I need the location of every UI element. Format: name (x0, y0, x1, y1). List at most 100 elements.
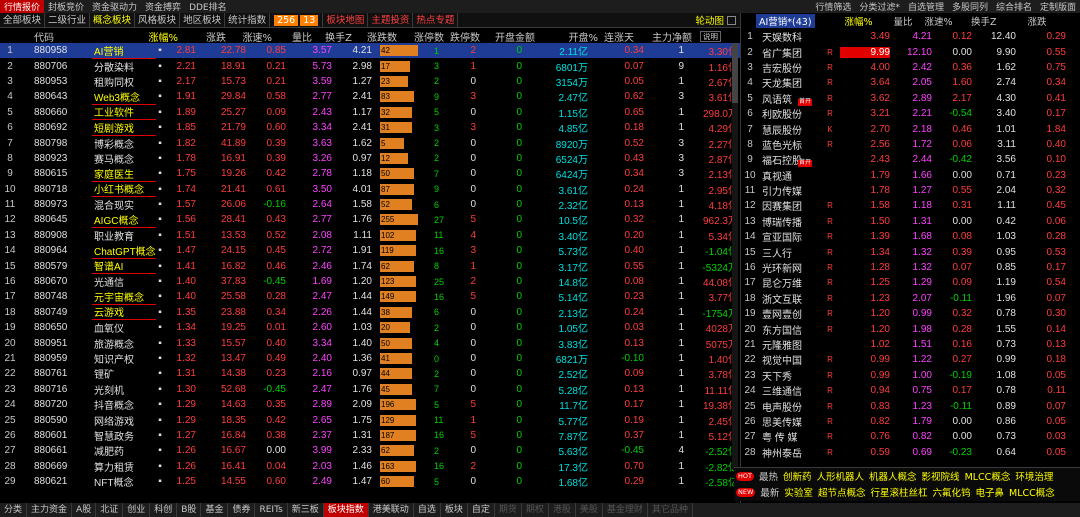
constituent-name[interactable]: 三人行 (758, 245, 820, 260)
hot-topic-link[interactable]: MLCC概念 (1009, 485, 1055, 499)
constituent-row[interactable]: 9 福石控股 首开 2.43 2.44 -0.42 3.56 0.10 (742, 152, 1080, 167)
constituent-row[interactable]: 4 天龙集团 R 3.64 2.05 1.60 2.74 0.34 (742, 75, 1080, 90)
bottom-tab[interactable]: 期货 (495, 503, 522, 517)
constituent-row[interactable]: 12 因赛集团 R 1.58 1.18 0.31 1.11 0.45 (742, 198, 1080, 213)
table-row[interactable]: 27 880661 减肥药 ▪ 1.26 16.67 0.00 3.99 2.33 62 2 0 0 5.… (0, 443, 740, 458)
constituent-row[interactable]: 10 真视通 1.79 1.66 0.00 0.71 0.23 (742, 168, 1080, 183)
row-name[interactable]: 减肥药 (92, 443, 156, 458)
table-row[interactable]: 6 880692 短剧游戏 ▪ 1.85 21.79 0.60 3.34 2.41 31 3 3 0 4.… (0, 120, 740, 136)
bottom-tab[interactable]: REITs (255, 503, 288, 517)
row-name[interactable]: 工业软件 (92, 104, 156, 121)
top-menu-item[interactable]: 多股同列 (948, 0, 992, 13)
bottom-tab[interactable]: B股 (177, 503, 202, 517)
row-name[interactable]: 家庭医生 (92, 166, 156, 182)
constituent-name[interactable]: 三维通信 (758, 383, 820, 398)
constituent-row[interactable]: 8 蓝色光标 R 2.56 1.72 0.06 3.11 0.40 (742, 137, 1080, 152)
row-name[interactable]: 光刻机 (92, 382, 156, 397)
constituent-name[interactable]: 利欧股份 (758, 106, 820, 121)
row-name[interactable]: NFT概念 (92, 474, 156, 489)
bottom-tab[interactable]: 基金 (201, 503, 229, 517)
constituent-row[interactable]: 11 引力传媒 1.78 1.27 0.55 2.04 0.32 (742, 183, 1080, 198)
constituent-row[interactable]: 20 东方国信 R 1.20 1.98 0.28 1.55 0.14 (742, 321, 1080, 337)
constituent-name[interactable]: 蓝色光标 (758, 137, 820, 152)
constituents-column-header[interactable]: 量比 (873, 14, 913, 28)
top-menu-item[interactable]: DDE排名 (185, 0, 231, 13)
constituent-name[interactable]: 引力传媒 (758, 183, 820, 198)
row-name[interactable]: AI营销 (92, 43, 156, 59)
row-name[interactable]: 锂矿 (92, 366, 156, 381)
table-row[interactable]: 8 880923 赛马概念 ▪ 1.78 16.91 0.39 3.26 0.97 12 2 0 0 65… (0, 151, 740, 166)
constituent-name[interactable]: 壹网壹创 (758, 306, 820, 321)
constituent-row[interactable]: 6 利欧股份 R 3.21 2.21 -0.54 3.40 0.17 (742, 106, 1080, 121)
column-header[interactable]: 换手Z (314, 29, 354, 44)
column-header[interactable]: 涨速% (228, 29, 274, 44)
constituent-row[interactable]: 21 元隆雅图 1.02 1.51 0.16 0.73 0.13 (742, 337, 1080, 352)
row-name[interactable]: 租购同权 (92, 74, 156, 89)
table-row[interactable]: 15 880579 智谱AI ▪ 1.41 16.82 0.46 2.46 1.74 62 8 1 0 3… (0, 258, 740, 275)
row-name[interactable]: 抖音概念 (92, 397, 156, 412)
constituent-name[interactable]: 真视通 (758, 168, 820, 183)
top-menu-item[interactable]: 行情报价 (0, 0, 45, 13)
bottom-tab[interactable]: 港美联动 (369, 503, 414, 517)
row-name[interactable]: AIGC概念 (92, 212, 156, 228)
constituent-row[interactable]: 1 天娱数科 3.49 4.21 0.12 12.40 0.29 (742, 29, 1080, 44)
constituent-name[interactable]: 元隆雅图 (758, 337, 820, 352)
constituent-name[interactable]: 电声股份 (758, 399, 820, 414)
column-header[interactable]: 涨幅% (96, 29, 180, 44)
bottom-tab[interactable]: 债券 (228, 503, 256, 517)
tab-5[interactable]: 统计指数 (225, 12, 271, 28)
table-row[interactable]: 23 880716 光刻机 ▪ 1.30 52.68 -0.45 2.47 1.76 45 7 0 0 5… (0, 382, 740, 397)
hot-topic-link[interactable]: 超节点概念 (818, 485, 866, 499)
table-row[interactable]: 26 880601 智慧政务 ▪ 1.27 16.84 0.38 2.37 1.31 187 16 5… (0, 428, 740, 443)
bottom-tab[interactable]: 科创 (150, 503, 178, 517)
bottom-tab[interactable]: 期权 (522, 503, 549, 517)
top-menu-item[interactable]: 综合排名 (992, 0, 1036, 13)
tab-4[interactable]: 地区板块 (180, 12, 226, 28)
bottom-tab[interactable]: 其它品种 (648, 503, 693, 517)
constituent-name[interactable]: 博瑞传播 (758, 214, 820, 229)
constituents-column-header[interactable]: 涨速% (913, 14, 953, 28)
hot-topic-link[interactable]: 实验室 (784, 485, 813, 499)
constituent-name[interactable]: 东方国信 (758, 322, 820, 337)
hot-topic-link[interactable]: 六氟化钨 (932, 485, 970, 499)
table-row[interactable]: 20 880951 旅游概念 ▪ 1.33 15.57 0.40 3.34 1.40 50 4 0 0 3… (0, 335, 740, 351)
constituent-name[interactable]: 光环新网 (758, 260, 820, 275)
row-name[interactable]: 知识产权 (92, 351, 156, 366)
constituent-row[interactable]: 28 神州泰岳 R 0.59 0.69 -0.23 0.64 0.05 (742, 445, 1080, 460)
constituent-name[interactable]: 神州泰岳 (758, 445, 820, 460)
constituent-name[interactable]: 思美传媒 (758, 414, 820, 429)
constituent-row[interactable]: 22 视觉中国 R 0.99 1.22 0.27 0.99 0.18 (742, 352, 1080, 367)
constituent-row[interactable]: 15 三人行 R 1.34 1.32 0.39 0.95 0.53 (742, 244, 1080, 260)
top-menu-item[interactable]: 自选管理 (904, 0, 948, 13)
hot-topic-link[interactable]: 创新药 (783, 469, 812, 483)
table-row[interactable]: 18 880749 云游戏 ▪ 1.35 23.88 0.34 2.26 1.44 38 6 0 0 2.… (0, 305, 740, 321)
top-menu-item[interactable]: 定制版面 (1036, 0, 1080, 13)
constituents-column-header[interactable]: 涨幅% (815, 14, 873, 28)
constituent-row[interactable]: 19 壹网壹创 R 1.20 0.99 0.32 0.78 0.30 (742, 306, 1080, 321)
column-header[interactable]: 代码 (22, 29, 92, 44)
table-row[interactable]: 25 880590 网络游戏 ▪ 1.29 18.35 0.42 2.65 1.75 129 11 1… (0, 412, 740, 428)
constituent-row[interactable]: 7 慧辰股份 K 2.70 2.18 0.46 1.01 1.84 (742, 121, 1080, 137)
constituents-title[interactable]: AI营销*(43) (756, 13, 815, 28)
row-name[interactable]: 博彩概念 (92, 136, 156, 151)
table-row[interactable]: 17 880748 元宇宙概念 ▪ 1.40 25.58 0.28 2.47 1.44 149 16… (0, 289, 740, 305)
tab-extra-1[interactable]: 主题投资 (368, 12, 414, 28)
table-row[interactable]: 7 880798 博彩概念 ▪ 1.82 41.89 0.39 3.63 1.62 5 2 0 0 892… (0, 135, 740, 151)
rotate-chart-button[interactable]: 轮动图 (691, 13, 740, 27)
bottom-tab[interactable]: 板块指数 (323, 503, 369, 517)
constituent-row[interactable]: 14 宣亚国际 R 1.39 1.68 0.08 1.03 0.28 (742, 229, 1080, 244)
constituent-name[interactable]: 省广集团 (758, 45, 820, 60)
tab-1[interactable]: 二级行业 (45, 12, 91, 28)
top-menu-item[interactable]: 封板竞价 (44, 0, 88, 13)
hot-topic-link[interactable]: MLCC概念 (965, 469, 1011, 483)
row-name[interactable]: 赛马概念 (92, 151, 156, 166)
column-header[interactable]: 开盘% (550, 29, 600, 44)
row-name[interactable]: 智谱AI (92, 258, 156, 275)
tab-extra-0[interactable]: 板块地图 (323, 12, 369, 28)
bottom-tab[interactable]: 板块 (441, 503, 468, 517)
row-name[interactable]: Web3概念 (92, 89, 156, 105)
constituent-name[interactable]: 视觉中国 (758, 352, 820, 367)
top-menu-item[interactable]: 分类过滤* (855, 0, 904, 13)
bottom-tab[interactable]: 港股 (549, 503, 576, 517)
constituent-row[interactable]: 2 省广集团 R 9.99 12.10 0.00 9.90 0.55 (742, 44, 1080, 60)
